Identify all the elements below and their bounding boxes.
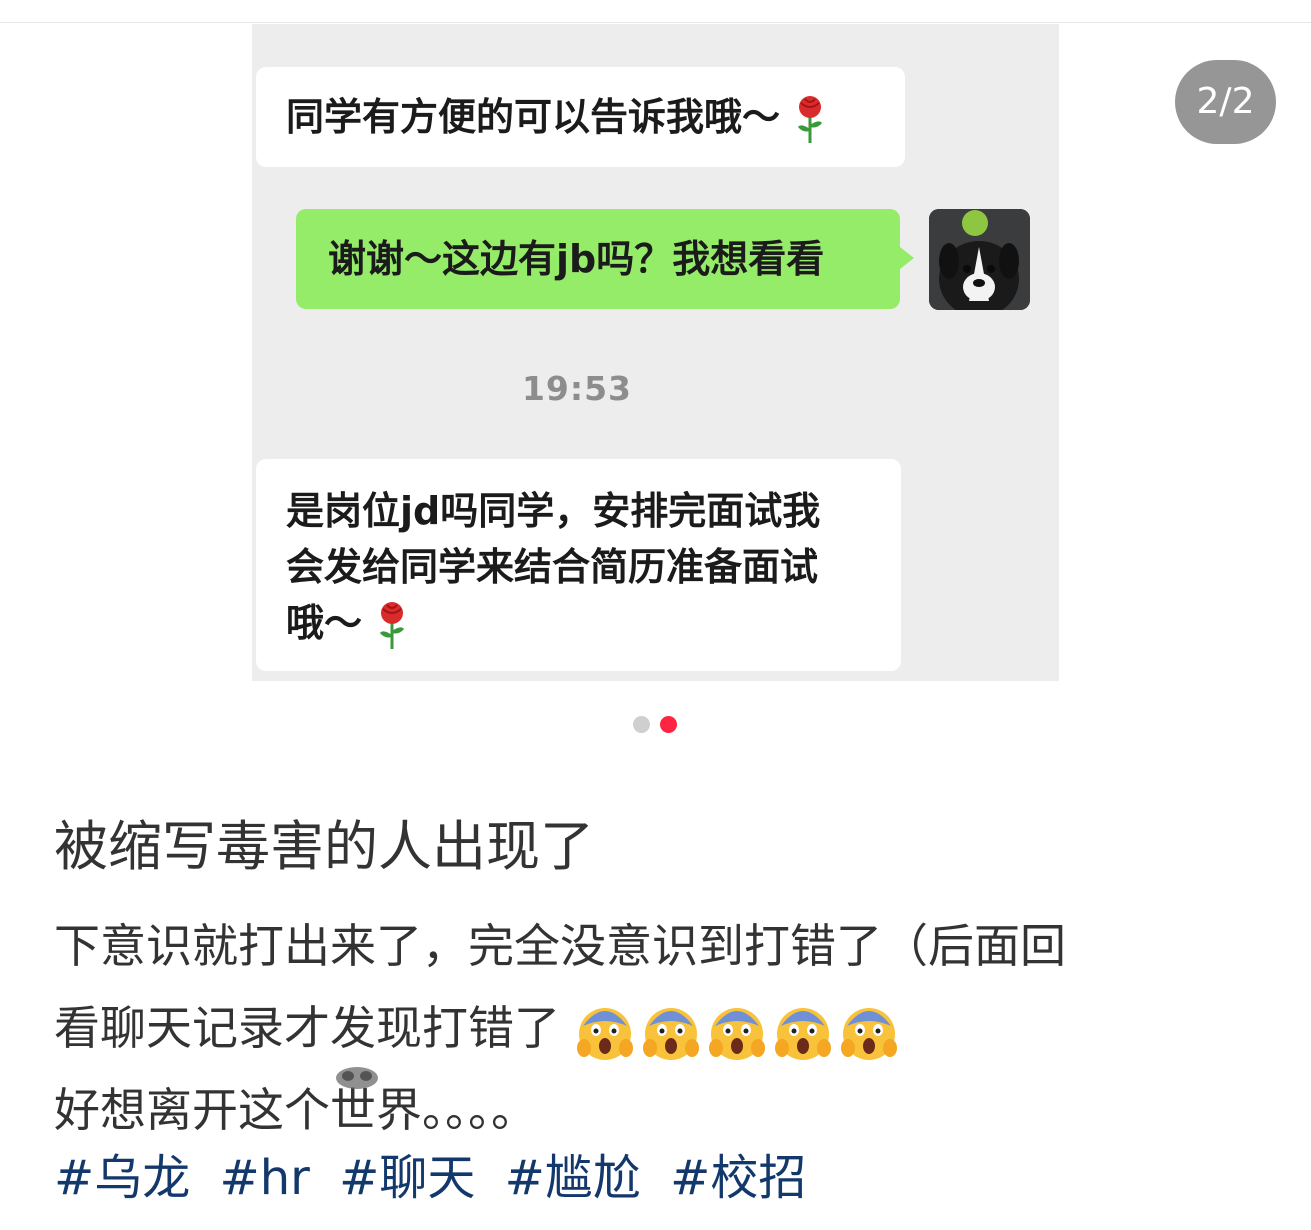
chat-bubble-received: 是岗位jd吗同学，安排完面试我 会发给同学来结合简历准备面试 哦～	[256, 459, 901, 671]
hashtag-link[interactable]: #尴尬	[505, 1150, 641, 1206]
hashtag-link[interactable]: #hr	[220, 1150, 310, 1206]
post-body-text: 看聊天记录才发现打错了	[54, 1001, 560, 1055]
blurred-sticker-icon	[336, 1067, 378, 1089]
screaming-face-icon	[576, 1007, 633, 1060]
message-text: 同学有方便的可以告诉我哦～	[286, 95, 781, 139]
hashtag-link[interactable]: #校招	[670, 1150, 806, 1206]
bubble-tail	[900, 247, 914, 269]
carousel-dot[interactable]	[633, 716, 650, 733]
post-body-line: 下意识就打出来了，完全没意识到打错了（后面回	[54, 919, 1066, 973]
message-text-line: 哦～	[286, 601, 363, 645]
chat-timestamp: 19:53	[521, 369, 633, 408]
message-text-line: 是岗位jd吗同学，安排完面试我	[286, 489, 821, 533]
post-body-line: 看聊天记录才发现打错了	[54, 987, 1284, 1069]
screaming-face-icon	[774, 1007, 831, 1060]
post-body-text: 世界。。。。	[330, 1083, 537, 1137]
hashtag-link[interactable]: #聊天	[339, 1150, 475, 1206]
screaming-face-icon	[840, 1007, 897, 1060]
carousel-dot-active[interactable]	[660, 716, 677, 733]
carousel-image[interactable]: 同学有方便的可以告诉我哦～ 谢谢～这边有jb吗？我想看看 19:53 是岗位jd…	[252, 24, 1059, 681]
chat-bubble-received: 同学有方便的可以告诉我哦～	[256, 67, 905, 167]
screaming-face-icon	[642, 1007, 699, 1060]
chat-bubble-sent: 谢谢～这边有jb吗？我想看看	[296, 209, 914, 309]
post-body-line: 好想离开这个 世界。。。。	[54, 1067, 1284, 1151]
post-body-text-with-sticker: 世界。。。。	[330, 1067, 537, 1151]
screaming-face-icon	[708, 1007, 765, 1060]
top-divider	[0, 22, 1311, 23]
rose-icon	[380, 601, 405, 649]
hashtag-link[interactable]: #乌龙	[54, 1150, 190, 1206]
dog-avatar-icon	[929, 209, 1030, 310]
image-counter-badge: 2/2	[1175, 60, 1276, 144]
post-body: 下意识就打出来了，完全没意识到打错了（后面回 看聊天记录才发现打错了 好想离开这…	[54, 905, 1284, 1151]
avatar	[929, 209, 1030, 310]
rose-icon	[798, 95, 823, 143]
post-body-text: 好想离开这个	[54, 1083, 330, 1137]
message-text-line: 会发给同学来结合简历准备面试	[286, 545, 819, 589]
post-title: 被缩写毒害的人出现了	[54, 815, 594, 878]
post-detail-page: 同学有方便的可以告诉我哦～ 谢谢～这边有jb吗？我想看看 19:53 是岗位jd…	[0, 0, 1311, 1230]
hashtag-list: #乌龙 #hr #聊天 #尴尬 #校招	[54, 1143, 820, 1213]
message-text: 谢谢～这边有jb吗？我想看看	[328, 237, 825, 281]
